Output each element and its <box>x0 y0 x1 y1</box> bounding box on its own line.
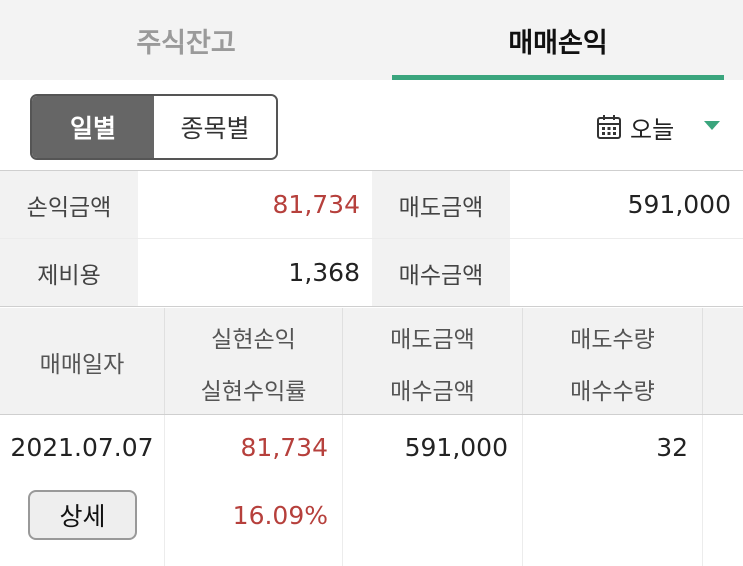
row-realized-profit: 81,734 <box>240 433 328 462</box>
summary-table: 손익금액 81,734 매도금액 591,000 제비용 1,368 매수금액 <box>0 170 743 307</box>
table-header: 매매일자 실현손익 실현수익률 매도금액 매수금액 매도수량 매수수량 <box>0 308 743 415</box>
date-filter-label: 오늘 <box>630 115 675 144</box>
header-qty: 매도수량 매수수량 <box>523 308 703 414</box>
header-amount: 매도금액 매수금액 <box>343 308 523 414</box>
cell-extra <box>703 415 743 566</box>
profit-label: 손익금액 <box>0 171 138 238</box>
summary-row: 제비용 1,368 매수금액 <box>0 238 743 306</box>
buy-amount-value <box>510 239 743 306</box>
summary-row: 손익금액 81,734 매도금액 591,000 <box>0 171 743 238</box>
fees-value: 1,368 <box>288 258 360 287</box>
header-extra <box>703 308 743 414</box>
fees-label: 제비용 <box>0 239 138 306</box>
calendar-icon <box>597 115 621 139</box>
row-sell-amount: 591,000 <box>404 433 508 462</box>
toggle-by-stock-button[interactable]: 종목별 <box>154 96 276 158</box>
header-realized-profit: 실현손익 <box>211 327 296 353</box>
cell-amount: 591,000 <box>343 415 523 566</box>
sell-amount-label: 매도금액 <box>372 171 510 238</box>
sell-amount-value: 591,000 <box>627 190 731 219</box>
tab-trade-profit[interactable]: 매매손익 <box>392 0 724 80</box>
cell-realized: 81,734 16.09% <box>165 415 343 566</box>
row-sell-qty: 32 <box>656 433 688 462</box>
dropdown-caret-icon[interactable] <box>704 121 720 130</box>
tab-bar: 주식잔고 매매손익 <box>0 0 743 80</box>
date-filter-dropdown[interactable]: 오늘 <box>596 110 674 144</box>
buy-amount-label: 매수금액 <box>372 239 510 306</box>
profit-value: 81,734 <box>272 190 360 219</box>
row-realized-rate: 16.09% <box>232 501 328 530</box>
row-date: 2021.07.07 <box>10 433 154 462</box>
toggle-daily-button[interactable]: 일별 <box>32 96 154 158</box>
header-realized: 실현손익 실현수익률 <box>165 308 343 414</box>
header-date-label: 매매일자 <box>39 352 125 378</box>
header-date: 매매일자 <box>0 308 165 414</box>
detail-button[interactable]: 상세 <box>28 490 137 540</box>
cell-qty: 32 <box>523 415 703 566</box>
header-sell-amount: 매도금액 <box>390 327 475 353</box>
header-sell-qty: 매도수량 <box>570 327 655 353</box>
header-buy-qty: 매수수량 <box>570 379 655 405</box>
header-buy-amount: 매수금액 <box>390 379 475 405</box>
period-toggle: 일별 종목별 <box>30 94 278 160</box>
tab-stock-balance[interactable]: 주식잔고 <box>0 0 372 80</box>
header-realized-rate: 실현수익률 <box>200 379 307 405</box>
